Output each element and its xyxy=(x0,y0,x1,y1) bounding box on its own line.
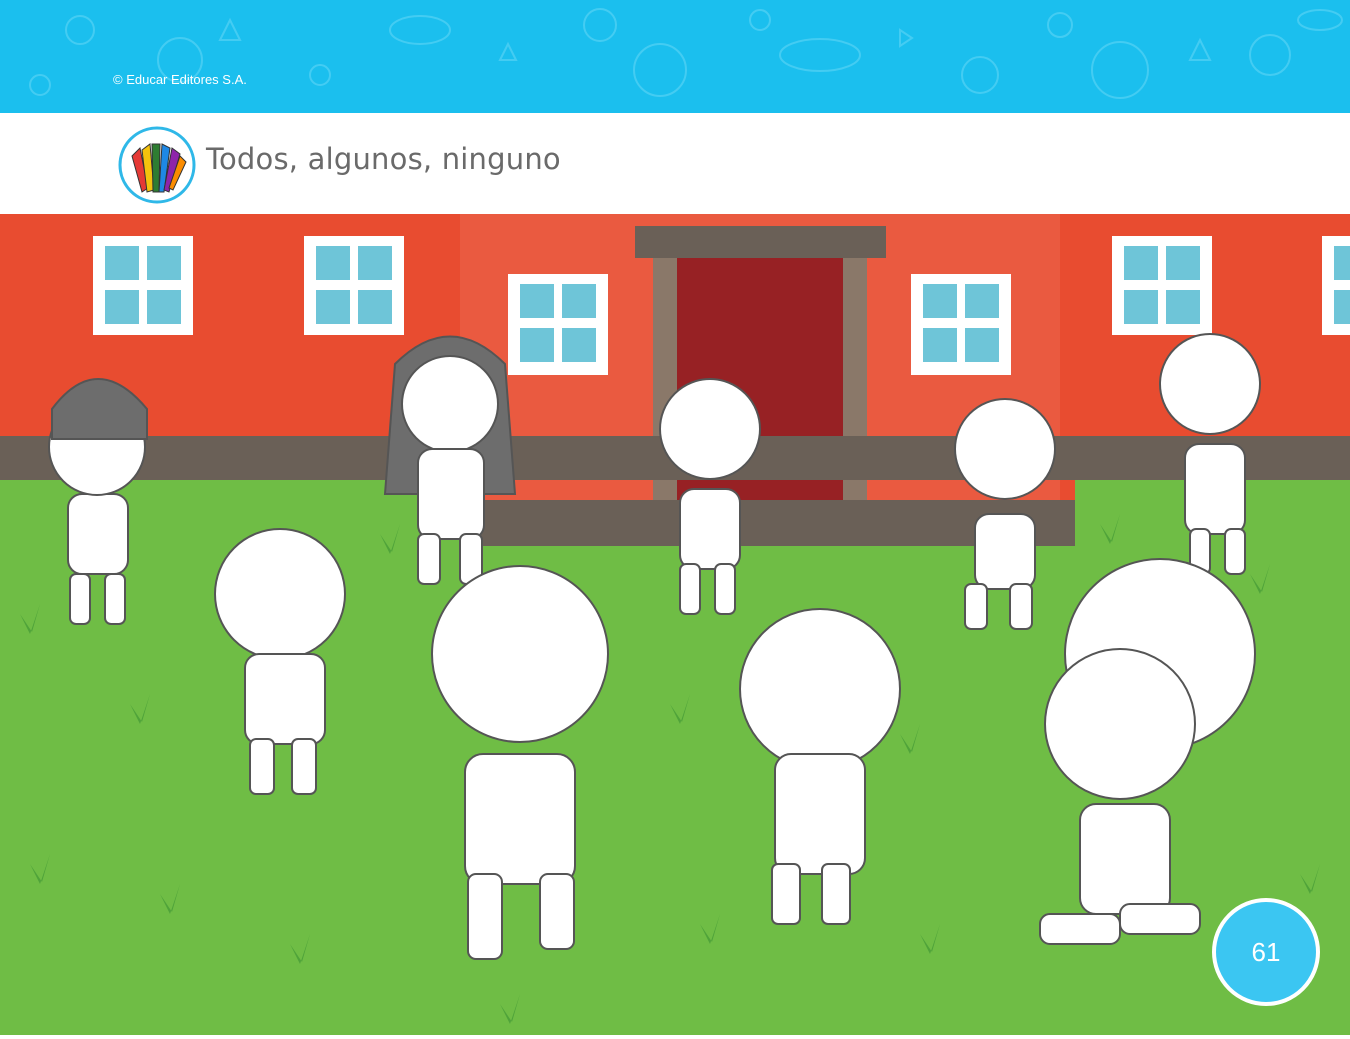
title-bar xyxy=(0,113,1350,214)
page-number: 61 xyxy=(1251,936,1281,967)
children-playing-illustration xyxy=(0,214,1350,1035)
header-banner: © Educar Editores S.A. xyxy=(0,0,1350,113)
copyright-text: © Educar Editores S.A. xyxy=(113,72,247,87)
page-title: Todos, algunos, ninguno xyxy=(206,142,561,176)
banner-doodle-pattern xyxy=(29,8,1343,99)
page-number-badge: 61 xyxy=(1212,898,1320,1006)
colored-pencils-icon xyxy=(118,126,196,204)
schoolyard-illustration xyxy=(0,214,1350,1035)
